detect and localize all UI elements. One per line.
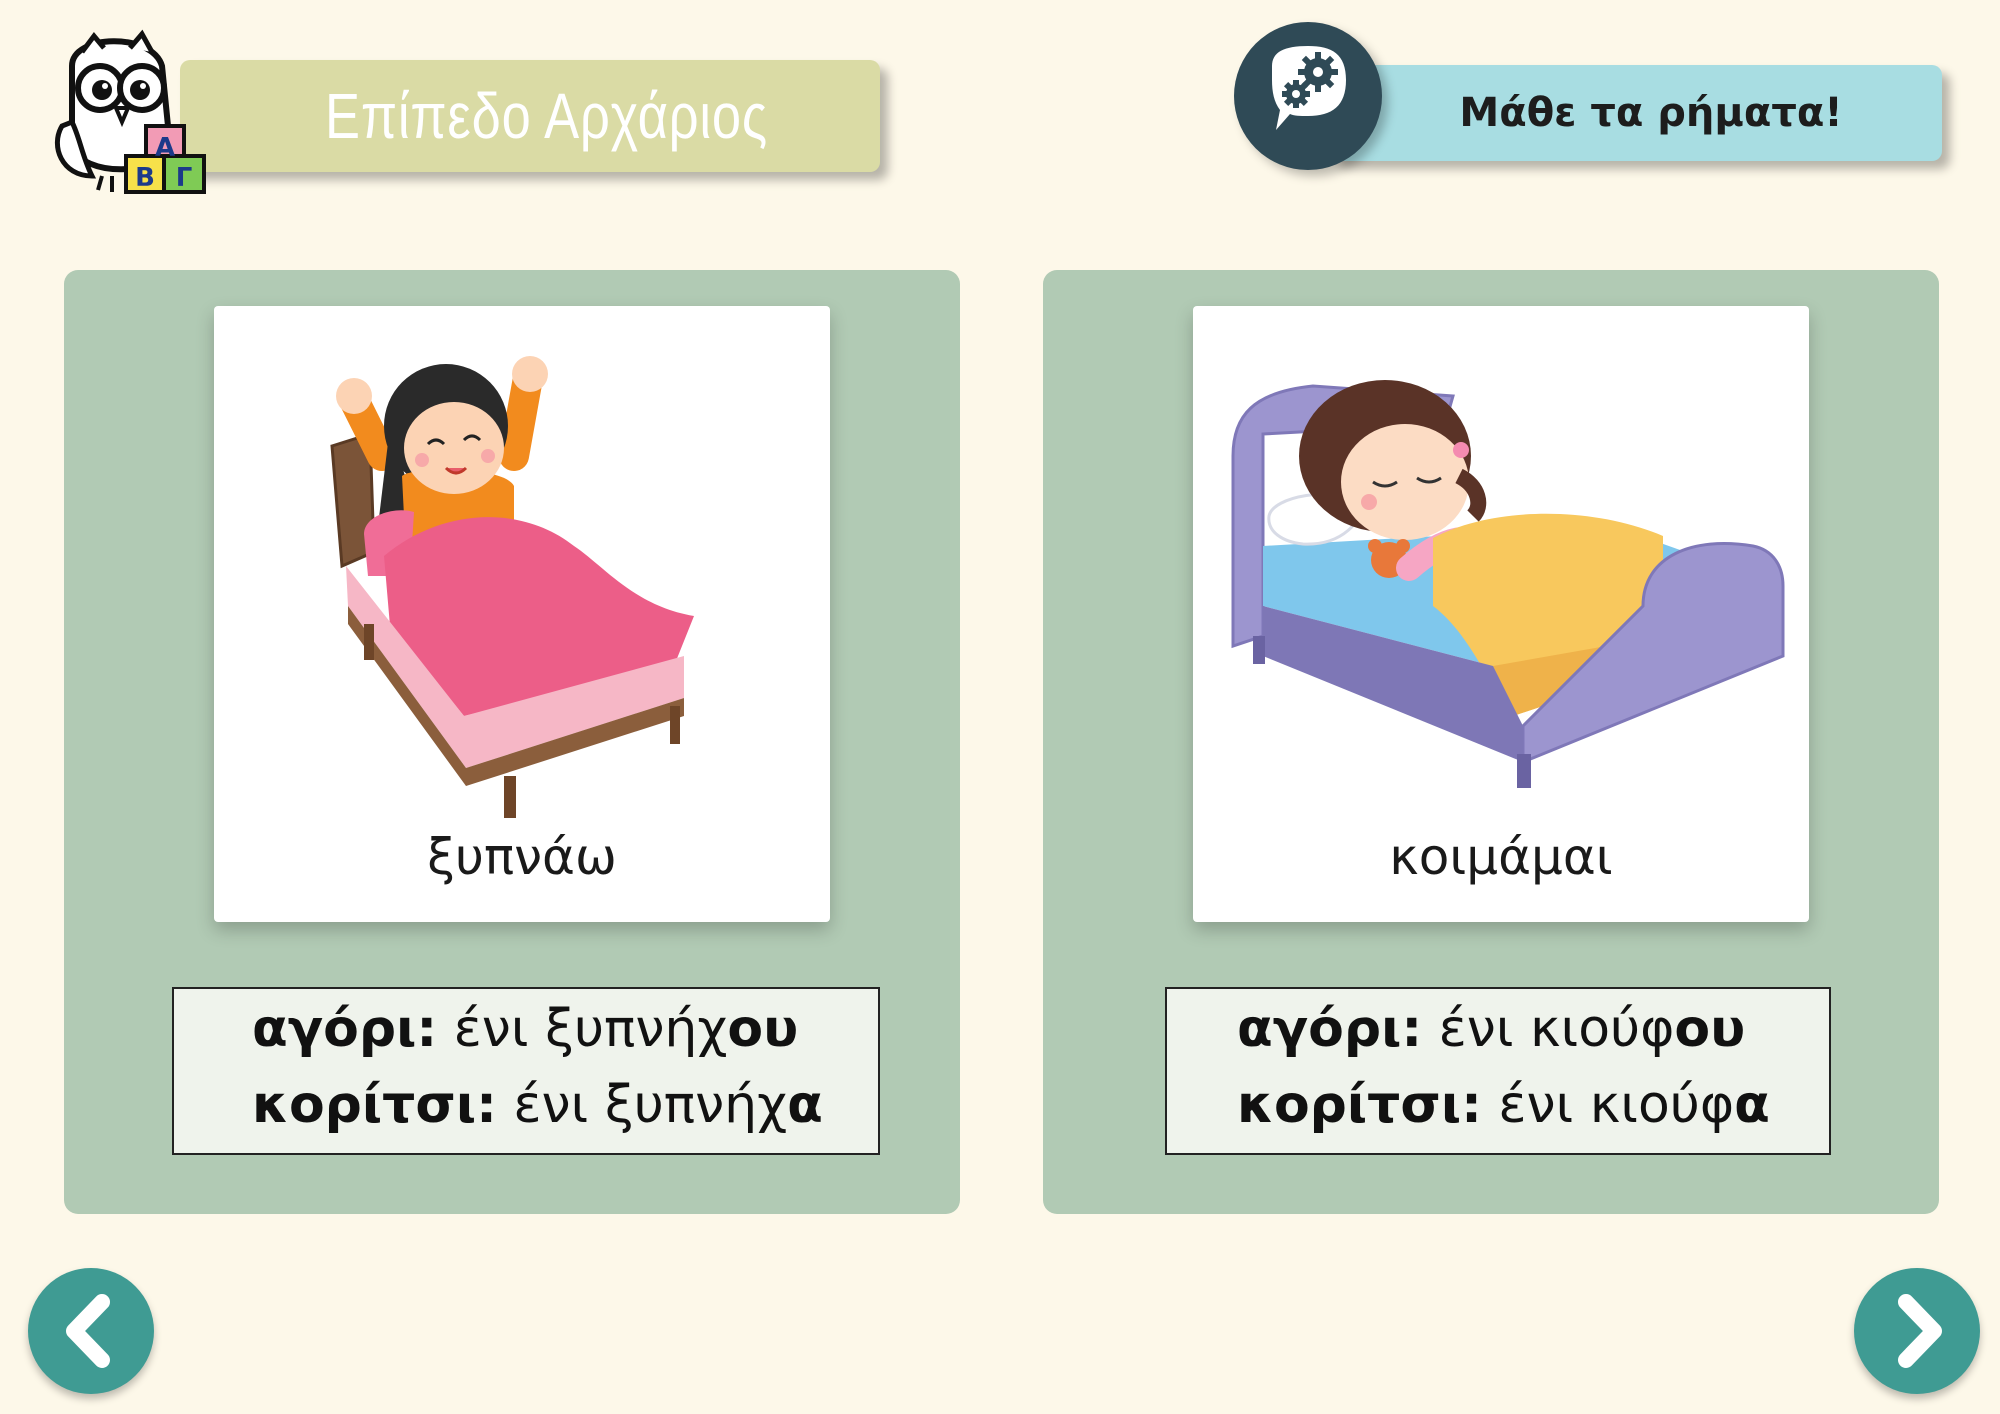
- next-button[interactable]: [1854, 1268, 1980, 1394]
- level-banner: Επίπεδο Αρχάριος: [180, 60, 880, 172]
- girl-ending: α: [787, 1075, 823, 1135]
- girl-stem: ένι κιούφ: [1481, 1075, 1735, 1135]
- girl-label: κορίτσι:: [252, 1075, 497, 1135]
- boy-stem: ένι ξυπνήχ: [437, 999, 728, 1059]
- boy-label: αγόρι:: [1237, 999, 1423, 1059]
- girl-label: κορίτσι:: [1237, 1075, 1482, 1135]
- conjugation-box: αγόρι: ένι ξυπνήχου κορίτσι: ένι ξυπνήχα: [172, 987, 880, 1155]
- girl-ending: α: [1734, 1075, 1770, 1135]
- verb-word: ξυπνάω: [427, 828, 617, 886]
- owl-block-gamma: Γ: [176, 163, 193, 193]
- level-title: Επίπεδο Αρχάριος: [324, 80, 768, 152]
- owl-block-beta: Β: [135, 163, 155, 193]
- owl-mascot-icon: Α Β Γ: [55, 29, 206, 194]
- verb-panel-left: ξυπνάω αγόρι: ένι ξυπνήχου κορίτσι: ένι …: [64, 270, 960, 1214]
- verb-card-wake-up[interactable]: ξυπνάω: [214, 306, 830, 922]
- chevron-left-icon: [66, 1294, 110, 1368]
- gears-speech-icon: [1272, 46, 1346, 130]
- girl-form-line: κορίτσι: ένι κιούφα: [1237, 1075, 1770, 1135]
- owl-block-alpha: Α: [155, 133, 175, 163]
- learn-verbs-title: Μάθε τα ρήματα!: [1459, 90, 1843, 136]
- learn-verbs-banner: Μάθε τα ρήματα!: [1330, 65, 1942, 161]
- boy-stem: ένι κιούφ: [1422, 999, 1675, 1059]
- gear-badge: [1234, 22, 1382, 170]
- verb-word: κοιμάμαι: [1389, 828, 1613, 886]
- boy-label: αγόρι:: [252, 999, 438, 1059]
- girl-stem: ένι ξυπνήχ: [496, 1075, 788, 1135]
- boy-ending: ου: [1674, 999, 1746, 1059]
- boy-form-line: αγόρι: ένι ξυπνήχου: [252, 999, 798, 1059]
- boy-ending: ου: [727, 999, 799, 1059]
- girl-form-line: κορίτσι: ένι ξυπνήχα: [252, 1075, 823, 1135]
- conjugation-box: αγόρι: ένι κιούφου κορίτσι: ένι κιούφα: [1165, 987, 1831, 1155]
- chevron-right-icon: [1898, 1294, 1942, 1368]
- verb-panel-right: κοιμάμαι αγόρι: ένι κιούφου κορίτσι: ένι…: [1043, 270, 1939, 1214]
- previous-button[interactable]: [28, 1268, 154, 1394]
- verb-card-sleep[interactable]: κοιμάμαι: [1193, 306, 1809, 922]
- boy-form-line: αγόρι: ένι κιούφου: [1237, 999, 1745, 1059]
